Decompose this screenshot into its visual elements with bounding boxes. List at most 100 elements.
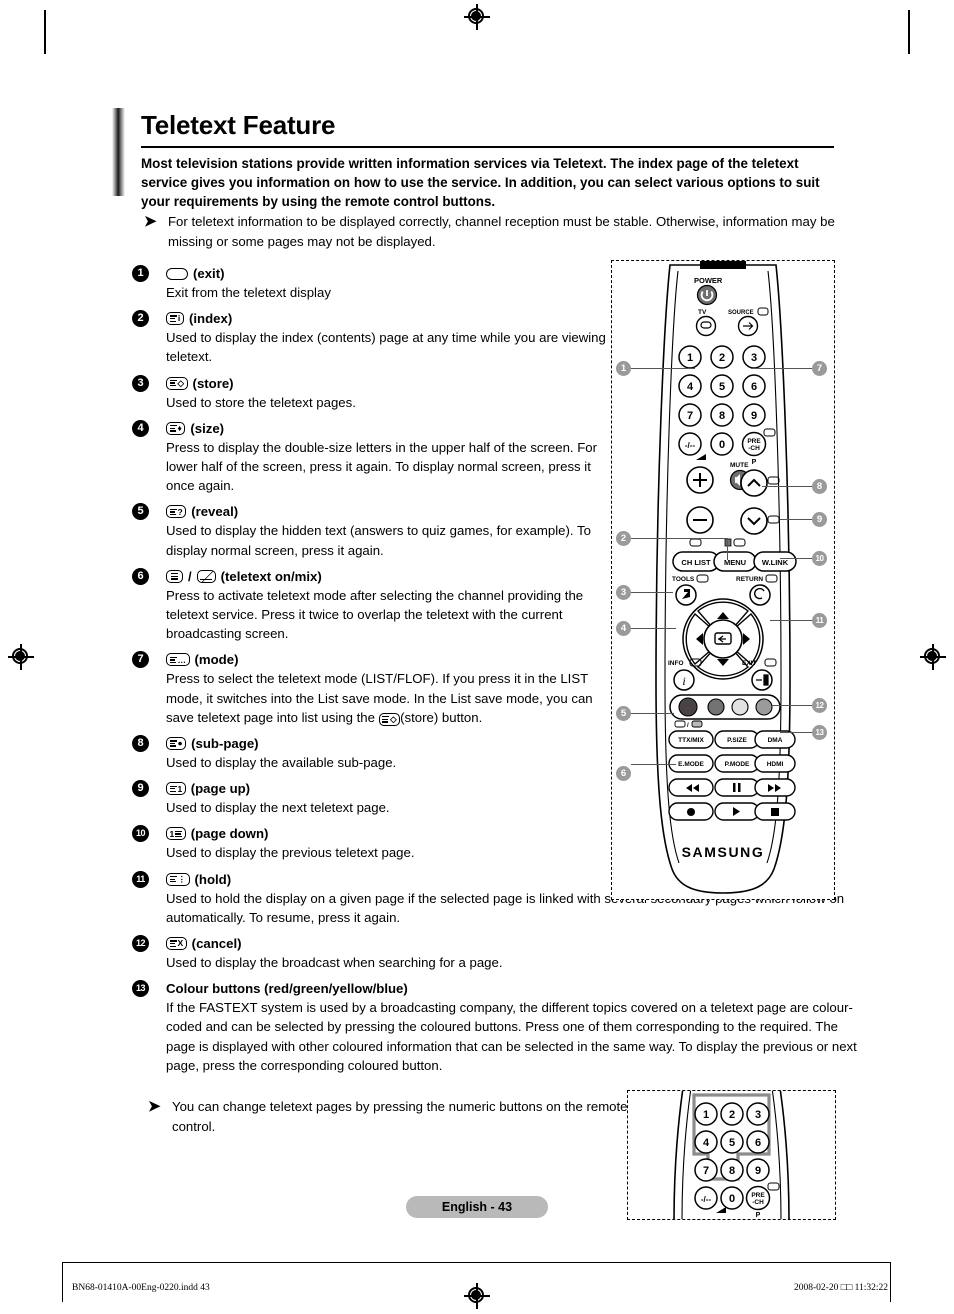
item-label: (mode) bbox=[195, 650, 239, 669]
store-key-icon-inline: ◇ bbox=[379, 713, 401, 726]
page-title: Teletext Feature bbox=[112, 108, 834, 146]
item-label: (cancel) bbox=[192, 934, 242, 953]
item-label: (page down) bbox=[191, 824, 269, 843]
p-label: P bbox=[752, 459, 757, 466]
colour-button-red[interactable] bbox=[679, 698, 697, 716]
registration-mark-left bbox=[8, 644, 34, 670]
callout-1: 1 bbox=[616, 361, 631, 376]
item-number-badge: 1 bbox=[132, 265, 149, 282]
callout-12: 12 bbox=[812, 698, 827, 713]
svg-text:5: 5 bbox=[729, 1137, 735, 1149]
pause-button[interactable] bbox=[715, 779, 759, 796]
item-label: (sub-page) bbox=[191, 734, 258, 753]
inset-volume-icon bbox=[716, 1207, 726, 1213]
svg-text:8: 8 bbox=[719, 410, 725, 422]
remote-ir-emitter bbox=[700, 261, 746, 269]
registration-mark-top bbox=[464, 4, 490, 30]
svg-text:7: 7 bbox=[687, 410, 693, 422]
hold-key-icon: ⋮ bbox=[166, 873, 190, 886]
channel-up-button[interactable] bbox=[741, 470, 767, 496]
size-key-icon: ♦ bbox=[166, 422, 185, 435]
slash-separator: / bbox=[188, 567, 192, 586]
remote-keypad-inset-figure: 1 2 3 4 5 6 7 8 9 -/-- 0 PRE-CH P bbox=[627, 1090, 836, 1220]
return-label: RETURN bbox=[736, 576, 763, 583]
callout-line-5 bbox=[631, 713, 674, 714]
mute-label: MUTE bbox=[730, 462, 749, 469]
item-body: Used to display the index (contents) pag… bbox=[166, 328, 614, 366]
item-number-badge: 12 bbox=[132, 935, 149, 952]
list-item: 9 1 (page up) Used to display the next t… bbox=[132, 779, 614, 817]
svg-text:4: 4 bbox=[687, 381, 694, 393]
svg-text:8: 8 bbox=[729, 1165, 735, 1177]
item-body: Used to display the available sub-page. bbox=[166, 753, 614, 772]
record-icon bbox=[687, 808, 695, 816]
item-body: Used to store the teletext pages. bbox=[166, 393, 614, 412]
cancel-key-icon: X bbox=[166, 937, 187, 950]
svg-text:1: 1 bbox=[687, 352, 693, 364]
title-accent-bar bbox=[112, 108, 125, 196]
item-heading: Colour buttons (red/green/yellow/blue) bbox=[166, 979, 866, 998]
item-body: Used to display the hidden text (answers… bbox=[166, 521, 614, 559]
colour-button-yellow[interactable] bbox=[732, 699, 748, 715]
channel-down-button[interactable] bbox=[741, 508, 767, 534]
list-item: 6 / (teletext on/mix) Press to activate … bbox=[132, 567, 614, 644]
footer-rule-right-tick bbox=[890, 1262, 891, 1302]
item-heading: … (mode) bbox=[166, 650, 614, 669]
item-body: Used to display the previous teletext pa… bbox=[166, 843, 614, 862]
note-top: ➤ For teletext information to be display… bbox=[128, 212, 868, 251]
callout-2: 2 bbox=[616, 531, 631, 546]
tv-button[interactable] bbox=[697, 317, 716, 336]
item-body: If the FASTEXT system is used by a broad… bbox=[166, 998, 866, 1075]
footer-file-name: BN68-01410A-00Eng-0220.indd 43 bbox=[72, 1283, 210, 1293]
item-label: (page up) bbox=[191, 779, 250, 798]
svg-text:7: 7 bbox=[703, 1165, 709, 1177]
remote-control-figure: POWER TV SOURCE 1 2 3 4 5 6 7 8 9 bbox=[611, 260, 835, 900]
index-key-icon: i bbox=[166, 312, 184, 325]
colour-button-green[interactable] bbox=[708, 699, 724, 715]
item-number-badge: 7 bbox=[132, 651, 149, 668]
svg-text:PRE: PRE bbox=[747, 438, 761, 445]
callout-11: 11 bbox=[812, 613, 827, 628]
item-heading: ♦ (size) bbox=[166, 419, 614, 438]
item-label: (store) bbox=[193, 374, 234, 393]
item-body: Exit from the teletext display bbox=[166, 283, 614, 302]
item-heading: ? (reveal) bbox=[166, 502, 614, 521]
callout-13: 13 bbox=[812, 725, 827, 740]
svg-text:1: 1 bbox=[703, 1109, 709, 1121]
item-heading: 1 (page up) bbox=[166, 779, 614, 798]
list-item: 8 ● (sub-page) Used to display the avail… bbox=[132, 734, 614, 772]
item-number-badge: 3 bbox=[132, 375, 149, 392]
registration-mark-bottom bbox=[464, 1283, 490, 1309]
item-body: Used to display the broadcast when searc… bbox=[166, 953, 866, 972]
arrow-bullet-icon: ➤ bbox=[148, 1099, 161, 1114]
svg-text:i: i bbox=[682, 674, 685, 688]
svg-text:PRE: PRE bbox=[751, 1192, 765, 1199]
item-body-tail: (store) button. bbox=[400, 710, 482, 725]
registration-mark-right bbox=[920, 644, 946, 670]
list-item: 1 (exit) Exit from the teletext display bbox=[132, 264, 614, 302]
page-up-key-icon: 1 bbox=[166, 782, 186, 795]
item-number-badge: 9 bbox=[132, 780, 149, 797]
mix-teletext-icon bbox=[692, 721, 702, 727]
navigation-pad[interactable] bbox=[683, 599, 763, 679]
svg-text:0: 0 bbox=[719, 439, 725, 451]
svg-text:0: 0 bbox=[729, 1193, 735, 1205]
item-number-badge: 13 bbox=[132, 980, 149, 997]
svg-text:E.MODE: E.MODE bbox=[678, 761, 704, 768]
svg-text:4: 4 bbox=[703, 1137, 710, 1149]
colour-button-blue[interactable] bbox=[756, 699, 772, 715]
note-bottom-text: You can change teletext pages by pressin… bbox=[172, 1099, 628, 1134]
item-label: (hold) bbox=[195, 870, 232, 889]
callout-10: 10 bbox=[812, 551, 827, 566]
callout-9: 9 bbox=[812, 512, 827, 527]
item-heading: ◇ (store) bbox=[166, 374, 614, 393]
keypad-inset-illustration: 1 2 3 4 5 6 7 8 9 -/-- 0 PRE-CH P bbox=[628, 1091, 835, 1219]
mode-key-icon: … bbox=[166, 653, 190, 666]
callout-line-1 bbox=[631, 368, 695, 369]
item-label: Colour buttons (red/green/yellow/blue) bbox=[166, 979, 408, 998]
callout-line-2a bbox=[631, 538, 728, 539]
svg-text:3: 3 bbox=[755, 1109, 761, 1121]
list-item: 7 … (mode) Press to select the teletext … bbox=[132, 650, 614, 727]
callout-line-12 bbox=[772, 705, 812, 706]
item-heading: (exit) bbox=[166, 264, 614, 283]
